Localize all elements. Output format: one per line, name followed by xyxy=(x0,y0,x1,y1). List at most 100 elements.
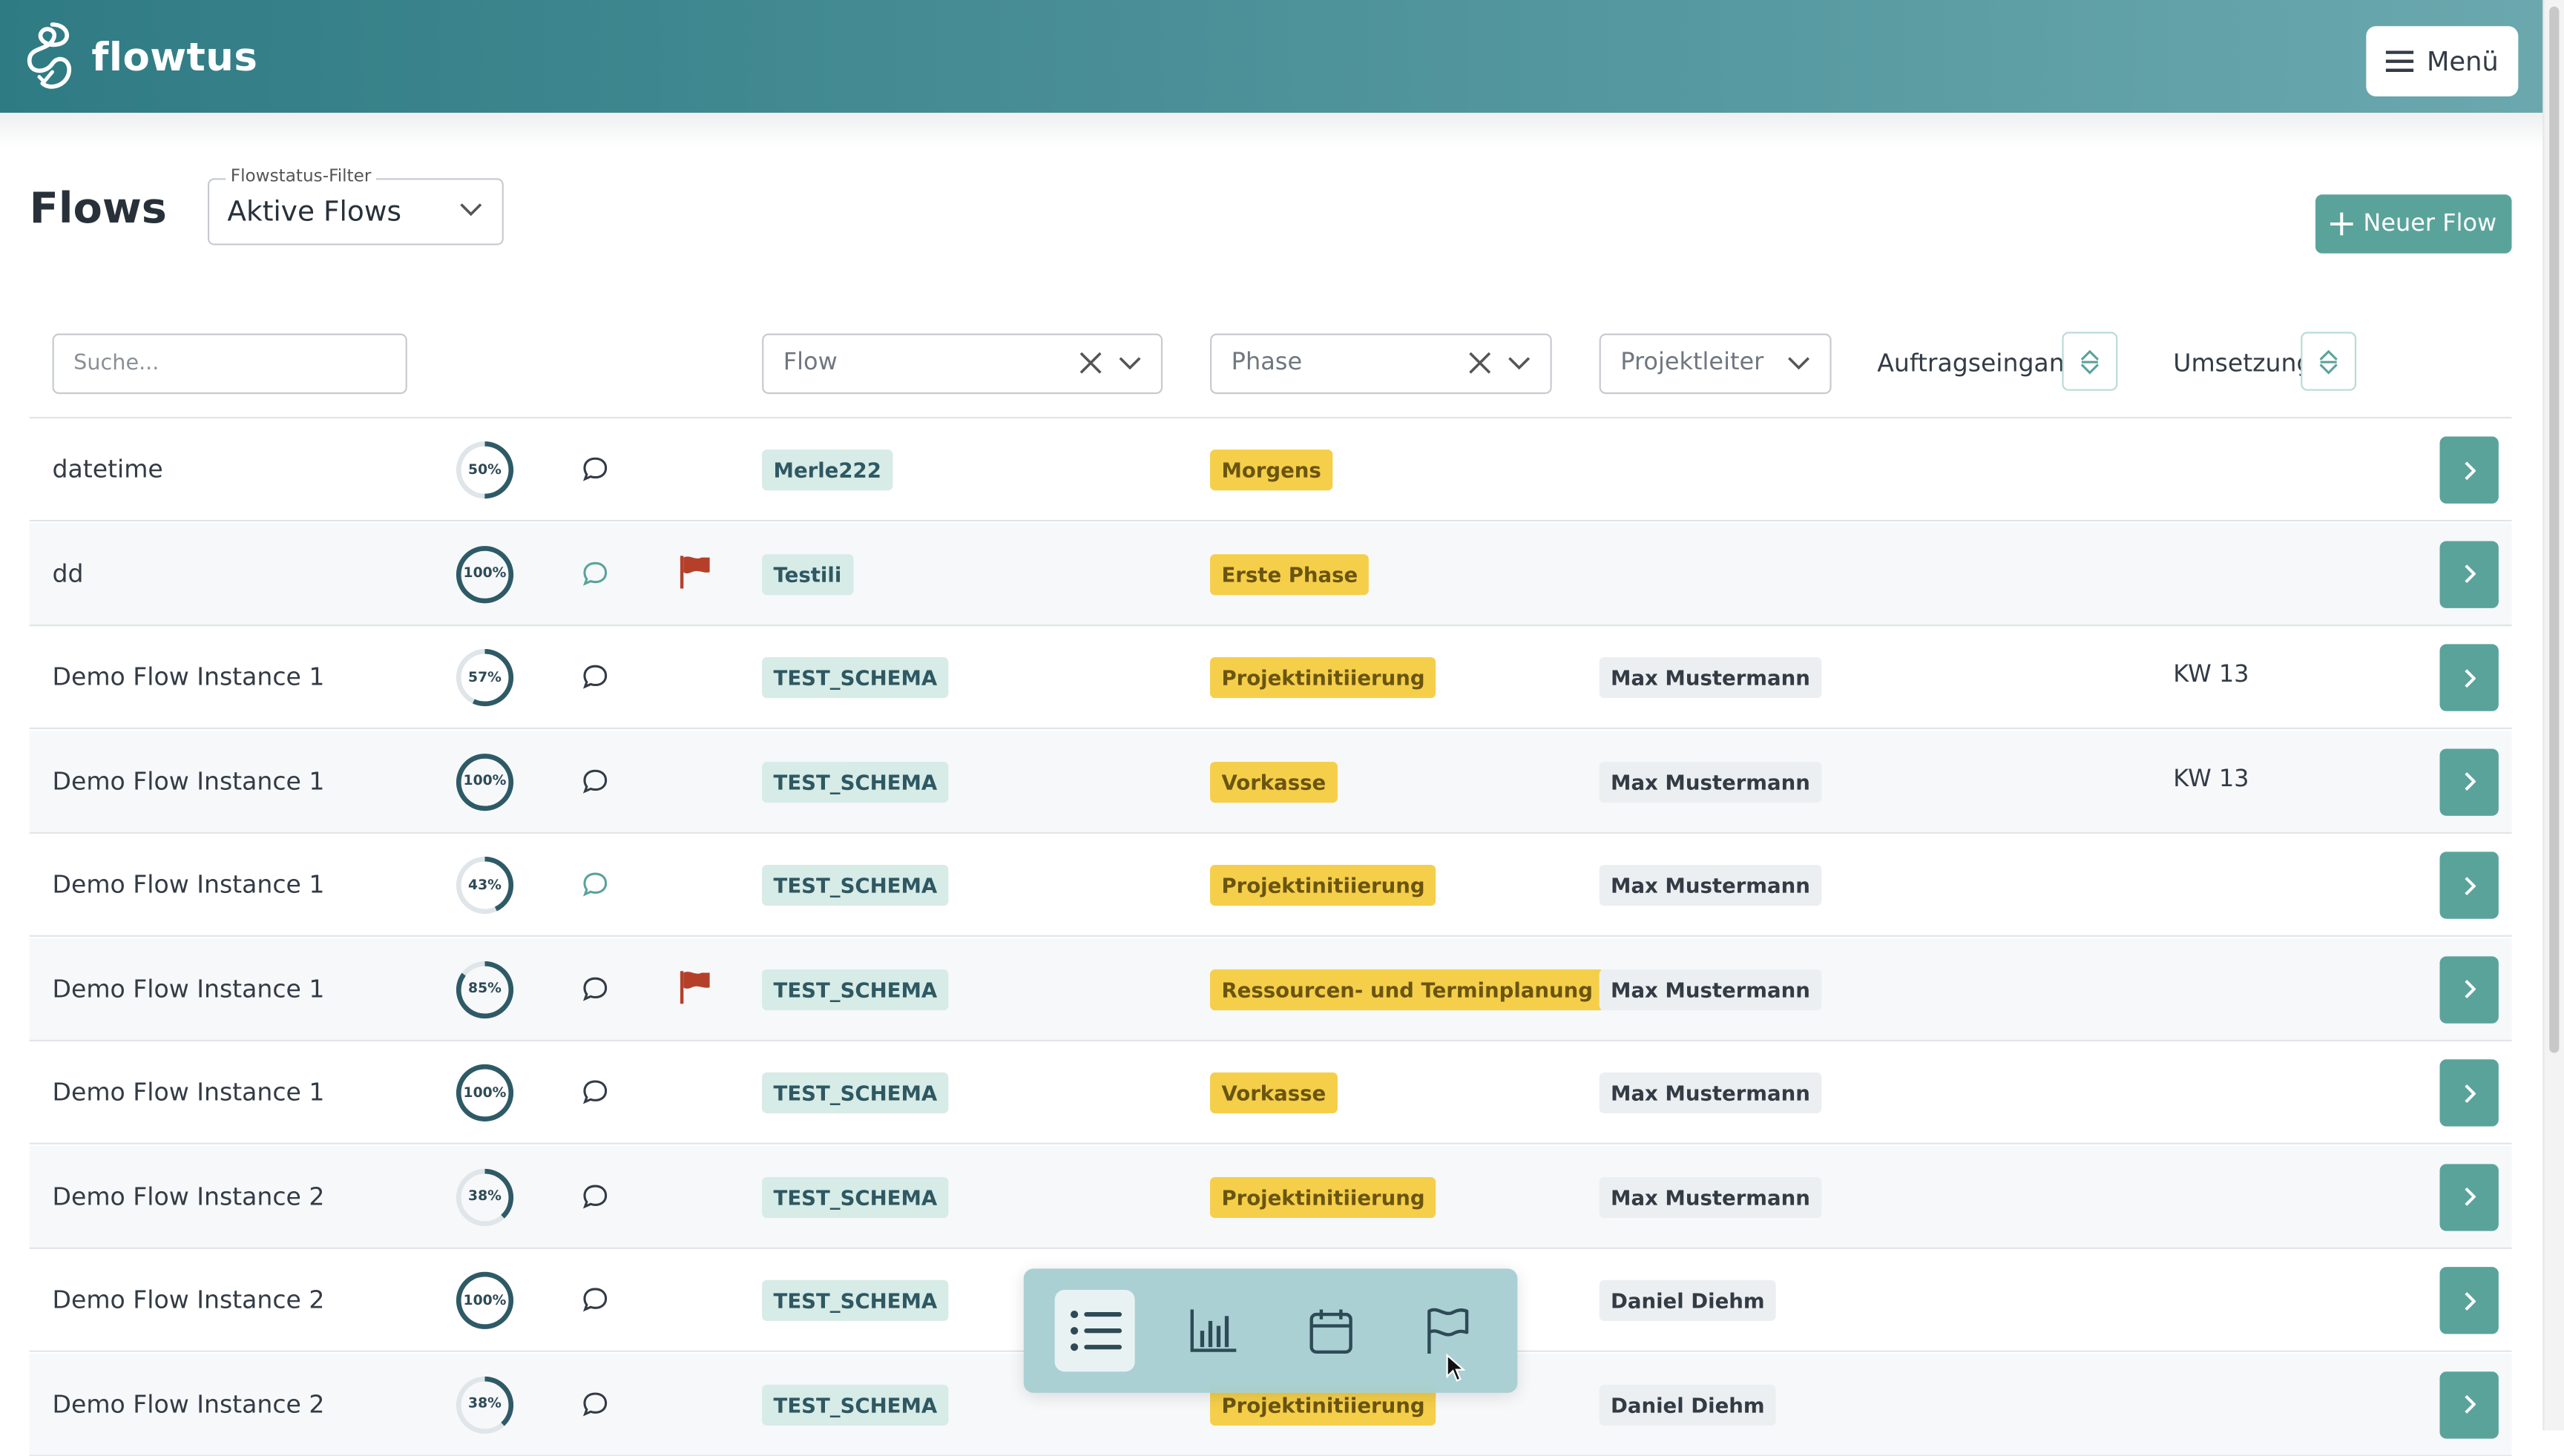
comment-icon[interactable] xyxy=(582,1391,608,1417)
flow-name: datetime xyxy=(52,454,163,484)
comment-icon[interactable] xyxy=(582,456,608,482)
top-bar: flowtus Menü xyxy=(0,0,2543,113)
implementation-label: Umsetzung xyxy=(2173,348,2312,378)
chevron-right-icon xyxy=(2465,1084,2476,1102)
flow-tag: TEST_SCHEMA xyxy=(762,1072,949,1113)
bar-chart-icon xyxy=(1189,1309,1236,1352)
comment-icon[interactable] xyxy=(582,872,608,897)
open-flow-button[interactable] xyxy=(2439,1371,2499,1438)
hamburger-icon xyxy=(2385,50,2414,72)
flow-name: Demo Flow Instance 2 xyxy=(52,1389,325,1419)
app-root: flowtus Menü Flows Flowstatus-Filter Akt… xyxy=(0,0,2564,1456)
flow-name: Demo Flow Instance 1 xyxy=(52,1077,325,1107)
progress-ring: 38% xyxy=(455,1374,516,1435)
table-row[interactable]: Demo Flow Instance 1 57% TEST_SCHEMA Projek… xyxy=(29,626,2512,730)
mouse-cursor-icon xyxy=(1446,1353,1465,1382)
implementation-sort-button[interactable] xyxy=(2301,332,2357,391)
phase-tag: Projektinitiierung xyxy=(1210,864,1437,906)
comment-icon[interactable] xyxy=(582,560,608,586)
flow-filter-select[interactable]: Flow xyxy=(762,333,1163,395)
open-flow-button[interactable] xyxy=(2439,1163,2499,1231)
chevron-right-icon xyxy=(2465,564,2476,584)
status-filter-legend: Flowstatus-Filter xyxy=(226,166,377,187)
progress-value: 100% xyxy=(463,773,507,790)
chevron-right-icon xyxy=(2465,668,2476,688)
flow-filter-placeholder: Flow xyxy=(783,349,838,376)
open-flow-button[interactable] xyxy=(2439,1059,2499,1127)
chevron-down-icon xyxy=(1119,357,1141,370)
implementation-week: KW 13 xyxy=(2173,765,2249,792)
progress-value: 38% xyxy=(468,1396,502,1413)
status-filter-select[interactable]: Flowstatus-Filter Aktive Flows xyxy=(207,166,504,246)
calendar-view-button[interactable] xyxy=(1290,1290,1370,1371)
flag-icon xyxy=(680,970,710,1004)
scrollbar-thumb[interactable] xyxy=(2549,6,2560,1053)
chevron-down-icon xyxy=(460,203,482,217)
table-row[interactable]: Demo Flow Instance 1 43% TEST_SCHEMA Projek… xyxy=(29,834,2512,937)
open-flow-button[interactable] xyxy=(2439,436,2499,504)
table-row[interactable]: Demo Flow Instance 2 38% TEST_SCHEMA Projek… xyxy=(29,1144,2512,1248)
lead-filter-placeholder: Projektleiter xyxy=(1620,349,1764,376)
logo[interactable]: flowtus xyxy=(23,18,257,96)
phase-tag: Ressourcen- und Terminplanung xyxy=(1210,968,1605,1010)
flow-name: Demo Flow Instance 1 xyxy=(52,662,325,692)
phase-filter-select[interactable]: Phase xyxy=(1210,333,1552,395)
progress-value: 50% xyxy=(468,461,502,478)
flow-name: Demo Flow Instance 1 xyxy=(52,973,325,1004)
flag-icon xyxy=(680,555,710,588)
table-row[interactable]: datetime 50% Merle222 Morgens xyxy=(29,418,2512,522)
progress-ring: 85% xyxy=(455,959,516,1020)
search-input[interactable] xyxy=(52,333,407,395)
chevron-right-icon xyxy=(2465,461,2476,480)
flag-icon xyxy=(1427,1308,1468,1354)
open-flow-button[interactable] xyxy=(2439,748,2499,815)
phase-tag: Erste Phase xyxy=(1210,553,1370,595)
plus-icon xyxy=(2330,212,2354,236)
menu-button[interactable]: Menü xyxy=(2366,26,2519,97)
implementation-week: KW 13 xyxy=(2173,662,2249,688)
open-flow-button[interactable] xyxy=(2439,851,2499,919)
list-icon xyxy=(1069,1311,1121,1351)
progress-ring: 57% xyxy=(455,648,516,708)
table-row[interactable]: dd 100% Testili Erste Phase xyxy=(29,522,2512,626)
project-lead-tag: Max Mustermann xyxy=(1599,864,1822,906)
flow-name: Demo Flow Instance 1 xyxy=(52,869,325,900)
new-flow-button[interactable]: Neuer Flow xyxy=(2315,194,2512,254)
progress-value: 100% xyxy=(463,565,507,582)
comment-icon[interactable] xyxy=(582,664,608,690)
flow-tag: TEST_SCHEMA xyxy=(762,657,949,699)
open-flow-button[interactable] xyxy=(2439,540,2499,607)
list-view-button[interactable] xyxy=(1054,1290,1135,1372)
app-name: flowtus xyxy=(91,34,258,81)
comment-icon[interactable] xyxy=(582,975,608,1001)
flow-tag: Merle222 xyxy=(762,449,893,491)
comment-icon[interactable] xyxy=(582,1287,608,1313)
open-flow-button[interactable] xyxy=(2439,955,2499,1023)
table-row[interactable]: Demo Flow Instance 1 100% TEST_SCHEMA Vorka… xyxy=(29,730,2512,833)
clear-icon[interactable] xyxy=(1079,352,1102,375)
open-flow-button[interactable] xyxy=(2439,1267,2499,1334)
clear-icon[interactable] xyxy=(1468,352,1491,375)
chevron-down-icon xyxy=(1508,357,1531,370)
table-row[interactable]: Demo Flow Instance 1 85% TEST_SCHEMA Ressou… xyxy=(29,938,2512,1041)
lead-filter-select[interactable]: Projektleiter xyxy=(1599,333,1832,395)
chart-view-button[interactable] xyxy=(1172,1290,1252,1371)
progress-ring: 38% xyxy=(455,1167,516,1228)
progress-value: 57% xyxy=(468,669,502,686)
project-lead-tag: Max Mustermann xyxy=(1599,761,1822,803)
comment-icon[interactable] xyxy=(582,1183,608,1209)
progress-value: 85% xyxy=(468,981,502,998)
comment-icon[interactable] xyxy=(582,768,608,794)
chevron-down-icon xyxy=(1788,357,1809,370)
progress-value: 43% xyxy=(468,877,502,894)
phase-tag: Projektinitiierung xyxy=(1210,1176,1437,1217)
open-flow-button[interactable] xyxy=(2439,644,2499,711)
order-intake-sort-button[interactable] xyxy=(2062,332,2118,391)
order-intake-label: Auftragseingang xyxy=(1877,348,2080,378)
phase-tag: Projektinitiierung xyxy=(1210,657,1437,699)
table-row[interactable]: Demo Flow Instance 1 100% TEST_SCHEMA Vorka… xyxy=(29,1041,2512,1144)
scrollbar[interactable] xyxy=(2542,0,2564,1431)
sort-icon xyxy=(2319,349,2338,374)
comment-icon[interactable] xyxy=(582,1079,608,1105)
project-lead-tag: Max Mustermann xyxy=(1599,968,1822,1010)
